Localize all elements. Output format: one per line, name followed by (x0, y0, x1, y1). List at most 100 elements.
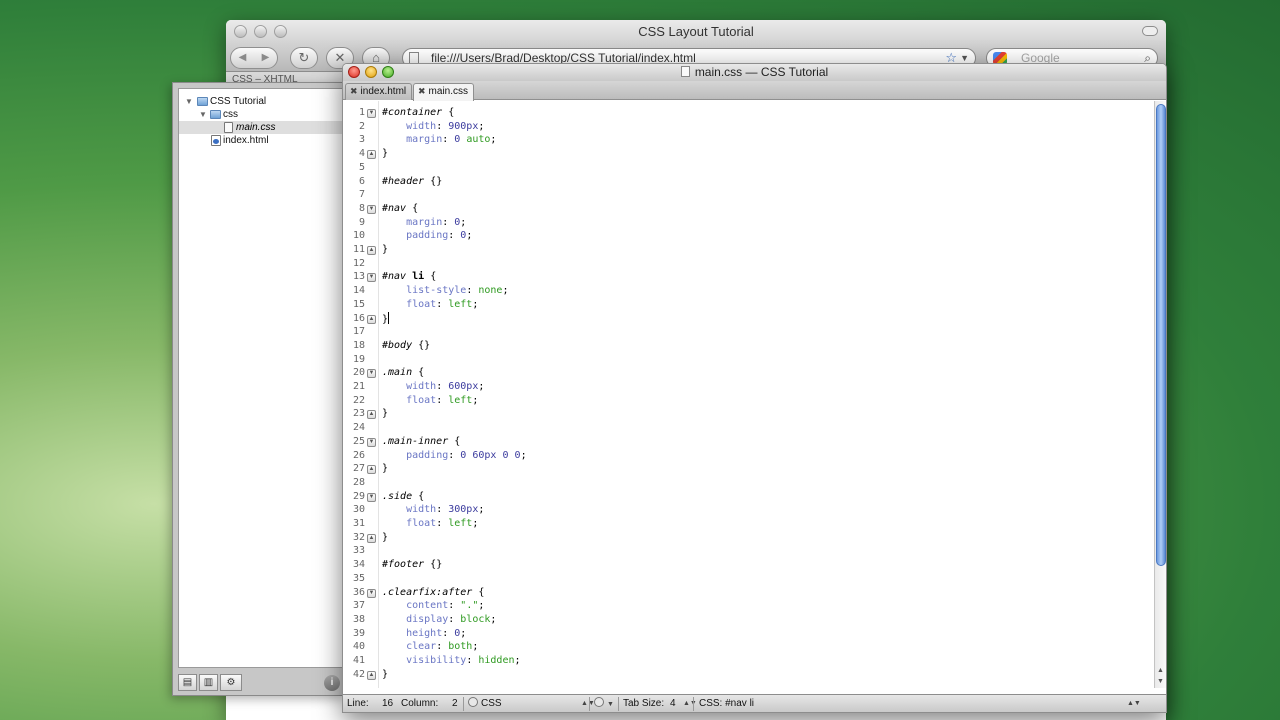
browser-titlebar: CSS Layout Tutorial (226, 20, 1166, 44)
code-line[interactable]: } (382, 243, 388, 257)
line-number: 14 (352, 285, 365, 297)
forward-arrow-icon[interactable]: ▶ (254, 48, 277, 68)
code-line[interactable]: #body {} (382, 339, 430, 353)
column-label: Column: (401, 698, 439, 709)
fold-close-icon[interactable]: ▲ (367, 314, 376, 324)
code-line[interactable]: #footer {} (382, 558, 442, 572)
new-folder-button[interactable]: ▥ (199, 674, 218, 691)
code-line[interactable]: } (382, 311, 390, 326)
code-line[interactable]: list-style: none; (382, 284, 508, 298)
code-line[interactable]: } (382, 407, 388, 421)
code-line[interactable]: .main { (382, 366, 424, 380)
code-line[interactable]: } (382, 462, 388, 476)
line-number: 10 (352, 230, 365, 242)
code-line[interactable]: .clearfix:after { (382, 586, 484, 600)
scope-arrows-icon[interactable]: ▲▼ (1127, 695, 1141, 712)
code-line[interactable]: } (382, 668, 388, 682)
tree-item-label: index.html (223, 135, 269, 146)
code-line[interactable]: margin: 0; (382, 216, 466, 230)
zoom-button[interactable] (274, 25, 287, 38)
code-line[interactable]: float: left; (382, 517, 478, 531)
language-selector[interactable]: CSS (468, 695, 502, 712)
separator (589, 697, 590, 711)
code-line[interactable]: content: "."; (382, 599, 484, 613)
new-folder-icon: ▥ (203, 677, 214, 688)
code-line[interactable]: .side { (382, 490, 424, 504)
back-arrow-icon[interactable]: ◀ (231, 48, 254, 68)
line-number: 37 (352, 600, 365, 612)
minimize-button[interactable] (254, 25, 267, 38)
code-line[interactable]: clear: both; (382, 640, 478, 654)
fold-close-icon[interactable]: ▲ (367, 410, 376, 420)
zoom-button[interactable] (382, 66, 394, 78)
fold-open-icon[interactable]: ▼ (367, 109, 376, 118)
line-number: 34 (352, 559, 365, 571)
tab-size-arrows-icon[interactable]: ▲▼ (683, 695, 697, 712)
tab-index-html[interactable]: ✖ index.html (345, 83, 413, 100)
fold-close-icon[interactable]: ▲ (367, 670, 376, 680)
scroll-down-arrow-icon[interactable]: ▼ (1157, 678, 1164, 685)
language-popup-arrows-icon[interactable]: ▲▼ (581, 695, 595, 712)
tree-item-project[interactable]: ▼ CSS Tutorial (179, 95, 344, 108)
fold-open-icon[interactable]: ▼ (367, 492, 376, 502)
code-line[interactable]: float: left; (382, 298, 478, 312)
code-line[interactable]: width: 900px; (382, 120, 484, 134)
code-line[interactable]: padding: 0; (382, 229, 472, 243)
code-line[interactable]: width: 300px; (382, 503, 484, 517)
code-line[interactable]: .main-inner { (382, 435, 460, 449)
code-line[interactable]: display: block; (382, 613, 496, 627)
tree-item-main-css[interactable]: main.css (179, 121, 344, 134)
fold-open-icon[interactable]: ▼ (367, 273, 376, 283)
code-line[interactable]: #container { (382, 106, 454, 120)
fold-open-icon[interactable]: ▼ (367, 588, 376, 598)
code-line[interactable]: float: left; (382, 394, 478, 408)
minimize-button[interactable] (365, 66, 377, 78)
scroll-up-arrow-icon[interactable]: ▲ (1157, 667, 1164, 674)
info-button[interactable]: i (324, 675, 340, 691)
code-line[interactable]: height: 0; (382, 627, 466, 641)
fold-close-icon[interactable]: ▲ (367, 246, 376, 255)
code-line[interactable]: } (382, 531, 388, 545)
disclosure-open-icon[interactable]: ▼ (199, 108, 207, 121)
code-line[interactable]: #nav li { (382, 270, 436, 284)
folder-icon (197, 97, 208, 106)
close-tab-icon[interactable]: ✖ (418, 86, 426, 96)
code-line[interactable]: #header {} (382, 175, 442, 189)
separator (463, 697, 464, 711)
line-number: 27 (352, 463, 365, 475)
bundle-menu[interactable]: ▼ (594, 695, 614, 712)
reload-button[interactable]: ↻ (290, 47, 318, 69)
fold-close-icon[interactable]: ▲ (367, 533, 376, 543)
code-line[interactable]: margin: 0 auto; (382, 133, 496, 147)
code-line[interactable]: #nav { (382, 202, 418, 216)
line-number: 23 (352, 408, 365, 420)
fold-close-icon[interactable]: ▲ (367, 150, 376, 160)
tab-size-value[interactable]: 4 (670, 695, 676, 712)
code-line[interactable]: visibility: hidden; (382, 654, 520, 668)
vertical-scrollbar[interactable]: ▲ ▼ (1154, 101, 1166, 688)
code-editor[interactable]: 1 ▼ 2 3 4 ▲ 5 6 7 8 ▼ 9 10 11 ▲ 12 13 ▼ 14 15 16 ▲ 17 18 19 20 ▼ 21… (343, 101, 1156, 688)
close-tab-icon[interactable]: ✖ (350, 86, 358, 96)
fold-open-icon[interactable]: ▼ (367, 204, 376, 214)
fold-open-icon[interactable]: ▼ (367, 369, 376, 379)
tab-main-css[interactable]: ✖ main.css (413, 83, 474, 101)
code-line[interactable]: } (382, 147, 388, 161)
tree-item-index-html[interactable]: index.html (179, 134, 344, 147)
scope-selector[interactable]: CSS: #nav li (699, 695, 754, 712)
tree-item-css-folder[interactable]: ▼ css (179, 108, 344, 121)
project-tree: ▼ CSS Tutorial ▼ css main.css index.html (178, 88, 345, 668)
action-menu-button[interactable]: ⚙ (220, 674, 242, 691)
new-file-button[interactable]: ▤ (178, 674, 197, 691)
editor-titlebar: main.css — CSS Tutorial (343, 64, 1166, 81)
disclosure-open-icon[interactable]: ▼ (185, 95, 193, 108)
fold-close-icon[interactable]: ▲ (367, 465, 376, 475)
code-line[interactable]: width: 600px; (382, 380, 484, 394)
close-button[interactable] (348, 66, 360, 78)
tab-bar: ✖ index.html ✖ main.css (343, 81, 1166, 101)
toolbar-toggle-button[interactable] (1142, 26, 1158, 36)
fold-open-icon[interactable]: ▼ (367, 437, 376, 447)
code-line[interactable]: padding: 0 60px 0 0; (382, 449, 527, 463)
line-number: 19 (352, 353, 365, 365)
scrollbar-thumb[interactable] (1156, 104, 1166, 566)
close-button[interactable] (234, 25, 247, 38)
